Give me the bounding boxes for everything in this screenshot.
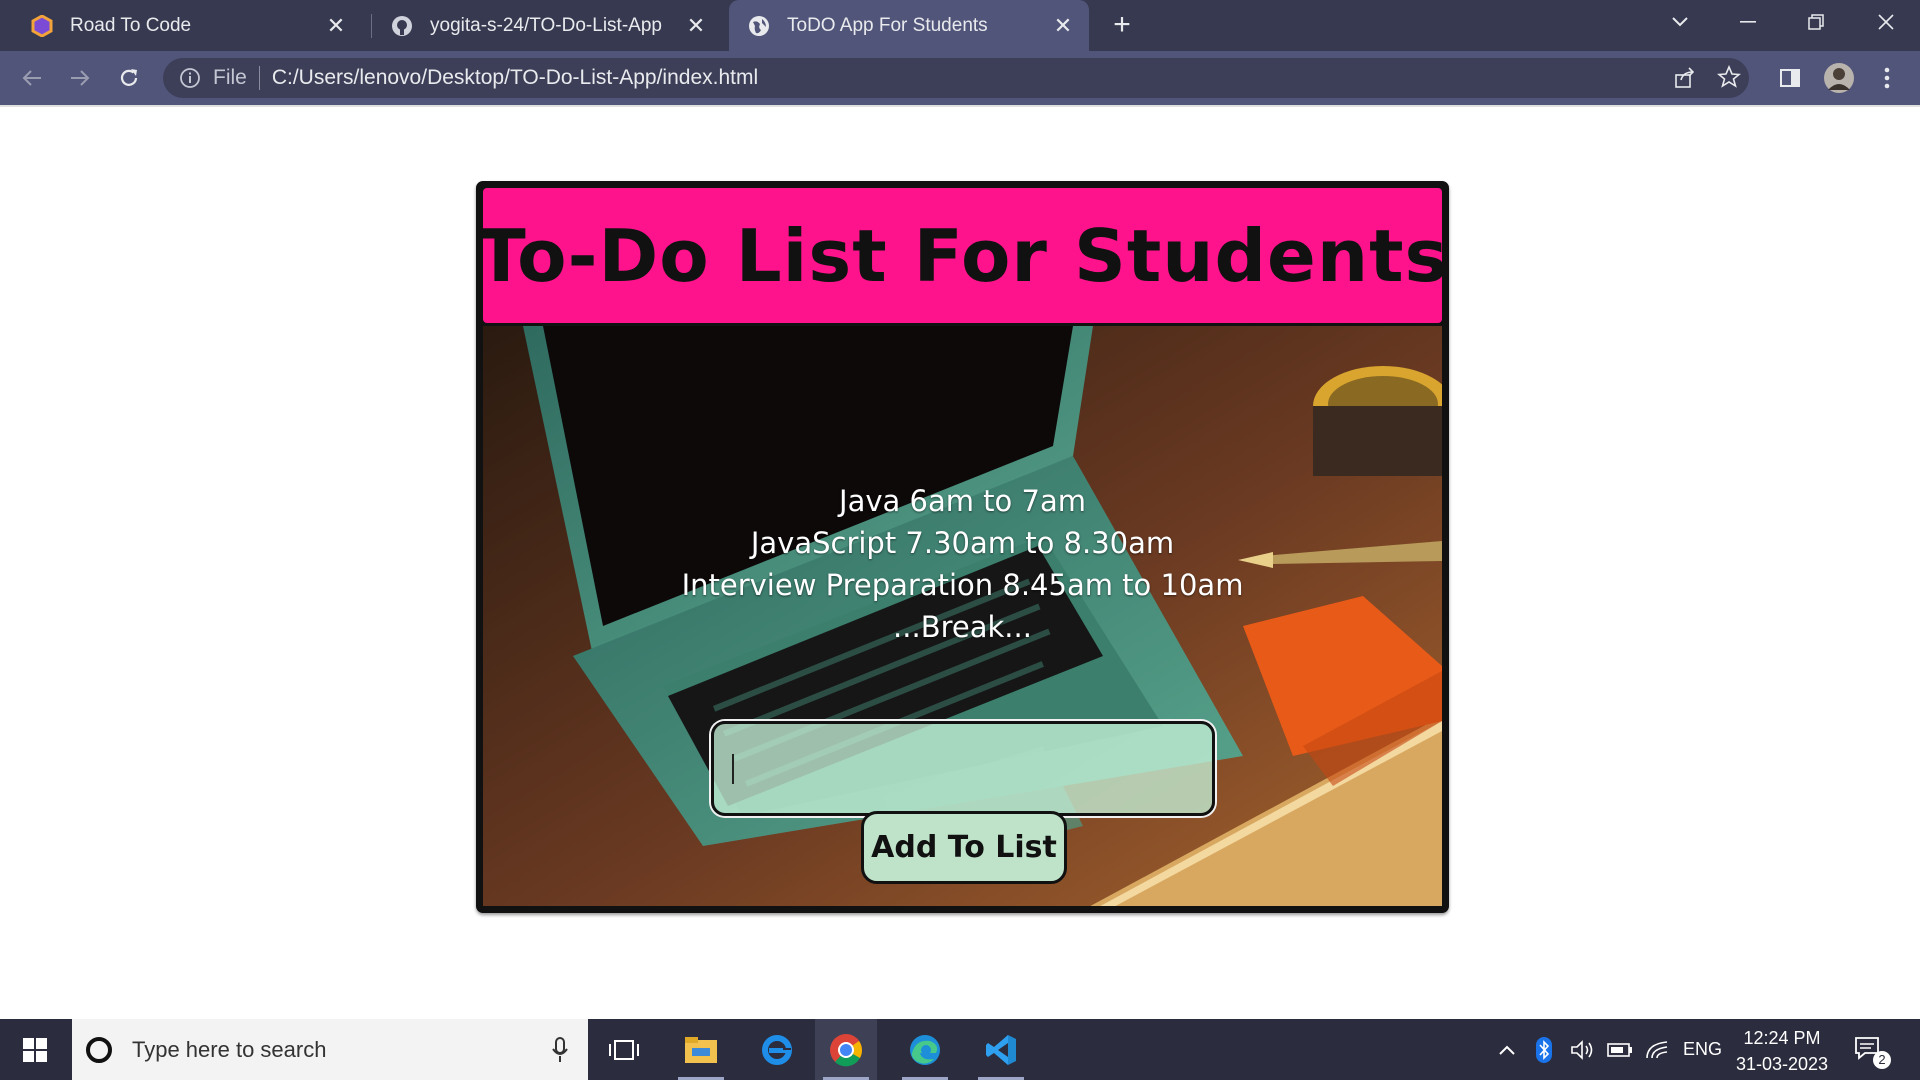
internet-explorer-icon[interactable] (746, 1019, 808, 1080)
cortana-icon (86, 1036, 112, 1063)
taskbar-search[interactable]: Type here to search (72, 1019, 588, 1080)
tab-title: ToDO App For Students (787, 14, 988, 36)
start-button[interactable] (0, 1019, 70, 1080)
side-panel-icon[interactable] (1773, 61, 1807, 95)
list-item: Java 6am to 7am (839, 484, 1086, 518)
tab-title: yogita-s-24/TO-Do-List-App (430, 14, 662, 36)
tab-road-to-code[interactable]: Road To Code ✕ (0, 0, 362, 51)
github-icon (390, 14, 414, 38)
battery-icon[interactable] (1607, 1019, 1633, 1080)
bluetooth-icon[interactable] (1535, 1019, 1553, 1080)
list-item: JavaScript 7.30am to 8.30am (750, 526, 1175, 560)
text-caret (732, 754, 734, 784)
task-input[interactable] (711, 721, 1215, 816)
more-menu-icon[interactable] (1870, 61, 1904, 95)
search-placeholder: Type here to search (132, 1036, 327, 1062)
add-to-list-button[interactable]: Add To List (861, 811, 1067, 884)
file-scheme-label: File (213, 66, 247, 89)
vscode-icon[interactable] (970, 1019, 1032, 1080)
notification-badge: 2 (1873, 1051, 1891, 1069)
microphone-icon[interactable] (552, 1037, 568, 1069)
tab-title: Road To Code (70, 14, 192, 36)
globe-icon (747, 14, 771, 38)
info-icon[interactable] (179, 67, 201, 89)
tab-search-icon[interactable] (1650, 0, 1710, 44)
list-item: ...Break... (893, 610, 1032, 644)
restore-button[interactable] (1786, 0, 1846, 44)
address-bar[interactable]: File C:/Users/lenovo/Desktop/TO-Do-List-… (163, 58, 1749, 98)
windows-taskbar: Type here to search ENG 12:24 PM 31-03-2… (0, 1019, 1920, 1080)
taskbar-clock[interactable]: 12:24 PM 31-03-2023 (1730, 1025, 1834, 1077)
edge-icon[interactable] (894, 1019, 956, 1080)
wifi-icon[interactable] (1645, 1019, 1669, 1080)
todo-app-card: To-Do List For Students Java 6am to 7am … (476, 181, 1449, 913)
new-tab-button[interactable]: + (1106, 10, 1138, 42)
minimize-button[interactable] (1718, 0, 1778, 44)
clock-date: 31-03-2023 (1735, 1054, 1829, 1074)
windows-logo-icon (23, 1037, 47, 1062)
browser-toolbar: File C:/Users/lenovo/Desktop/TO-Do-List-… (0, 51, 1920, 105)
desk-background-image: Java 6am to 7am JavaScript 7.30am to 8.3… (483, 326, 1442, 906)
show-hidden-icons-chevron[interactable] (1498, 1019, 1516, 1080)
browser-tab-strip: Road To Code ✕ yogita-s-24/TO-Do-List-Ap… (0, 0, 1920, 51)
close-tab-icon[interactable]: ✕ (684, 13, 708, 38)
bookmark-star-icon[interactable] (1716, 64, 1742, 95)
reload-button[interactable] (112, 61, 146, 95)
clock-time: 12:24 PM (1743, 1028, 1821, 1048)
tab-github[interactable]: yogita-s-24/TO-Do-List-App ✕ (360, 0, 722, 51)
close-tab-icon[interactable]: ✕ (324, 13, 348, 38)
task-list: Java 6am to 7am JavaScript 7.30am to 8.3… (483, 480, 1442, 648)
app-header: To-Do List For Students (481, 188, 1444, 323)
chrome-icon[interactable] (815, 1019, 877, 1080)
url-text[interactable]: C:/Users/lenovo/Desktop/TO-Do-List-App/i… (272, 66, 758, 90)
share-icon[interactable] (1673, 66, 1697, 96)
notification-center-icon[interactable]: 2 (1853, 1019, 1891, 1080)
address-divider (258, 66, 260, 90)
back-button[interactable] (15, 61, 49, 95)
close-window-button[interactable] (1856, 0, 1916, 44)
close-tab-icon[interactable]: ✕ (1051, 13, 1075, 38)
task-view-icon[interactable] (593, 1019, 655, 1080)
volume-icon[interactable] (1570, 1019, 1596, 1080)
road-to-code-icon (30, 14, 54, 38)
file-explorer-icon[interactable] (670, 1019, 732, 1080)
app-title: To-Do List For Students (476, 213, 1449, 298)
forward-button[interactable] (63, 61, 97, 95)
toolbar-divider (0, 105, 1920, 107)
profile-avatar[interactable] (1822, 61, 1856, 95)
language-indicator[interactable]: ENG (1683, 1019, 1722, 1080)
tab-todo-app[interactable]: ToDO App For Students ✕ (729, 0, 1089, 51)
list-item: Interview Preparation 8.45am to 10am (681, 568, 1244, 602)
